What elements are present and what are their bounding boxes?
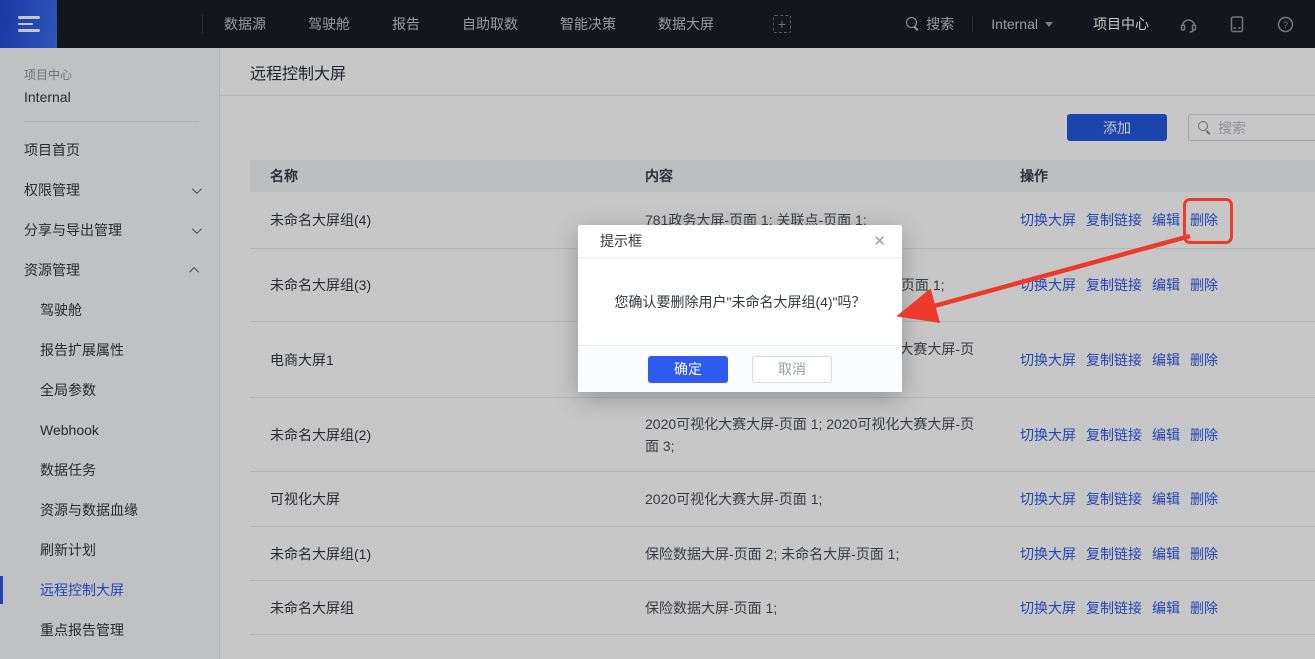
confirm-delete-dialog: 提示框 ✕ 您确认要删除用户"未命名大屏组(4)"吗？ 确定 取消 [578,225,902,392]
dialog-title: 提示框 [600,231,873,251]
dialog-header: 提示框 ✕ [578,225,902,258]
dialog-message: 您确认要删除用户"未命名大屏组(4)"吗？ [578,258,902,345]
close-icon[interactable]: ✕ [873,234,886,249]
confirm-button[interactable]: 确定 [648,356,728,383]
dialog-footer: 确定 取消 [578,345,902,392]
cancel-button[interactable]: 取消 [752,356,832,383]
